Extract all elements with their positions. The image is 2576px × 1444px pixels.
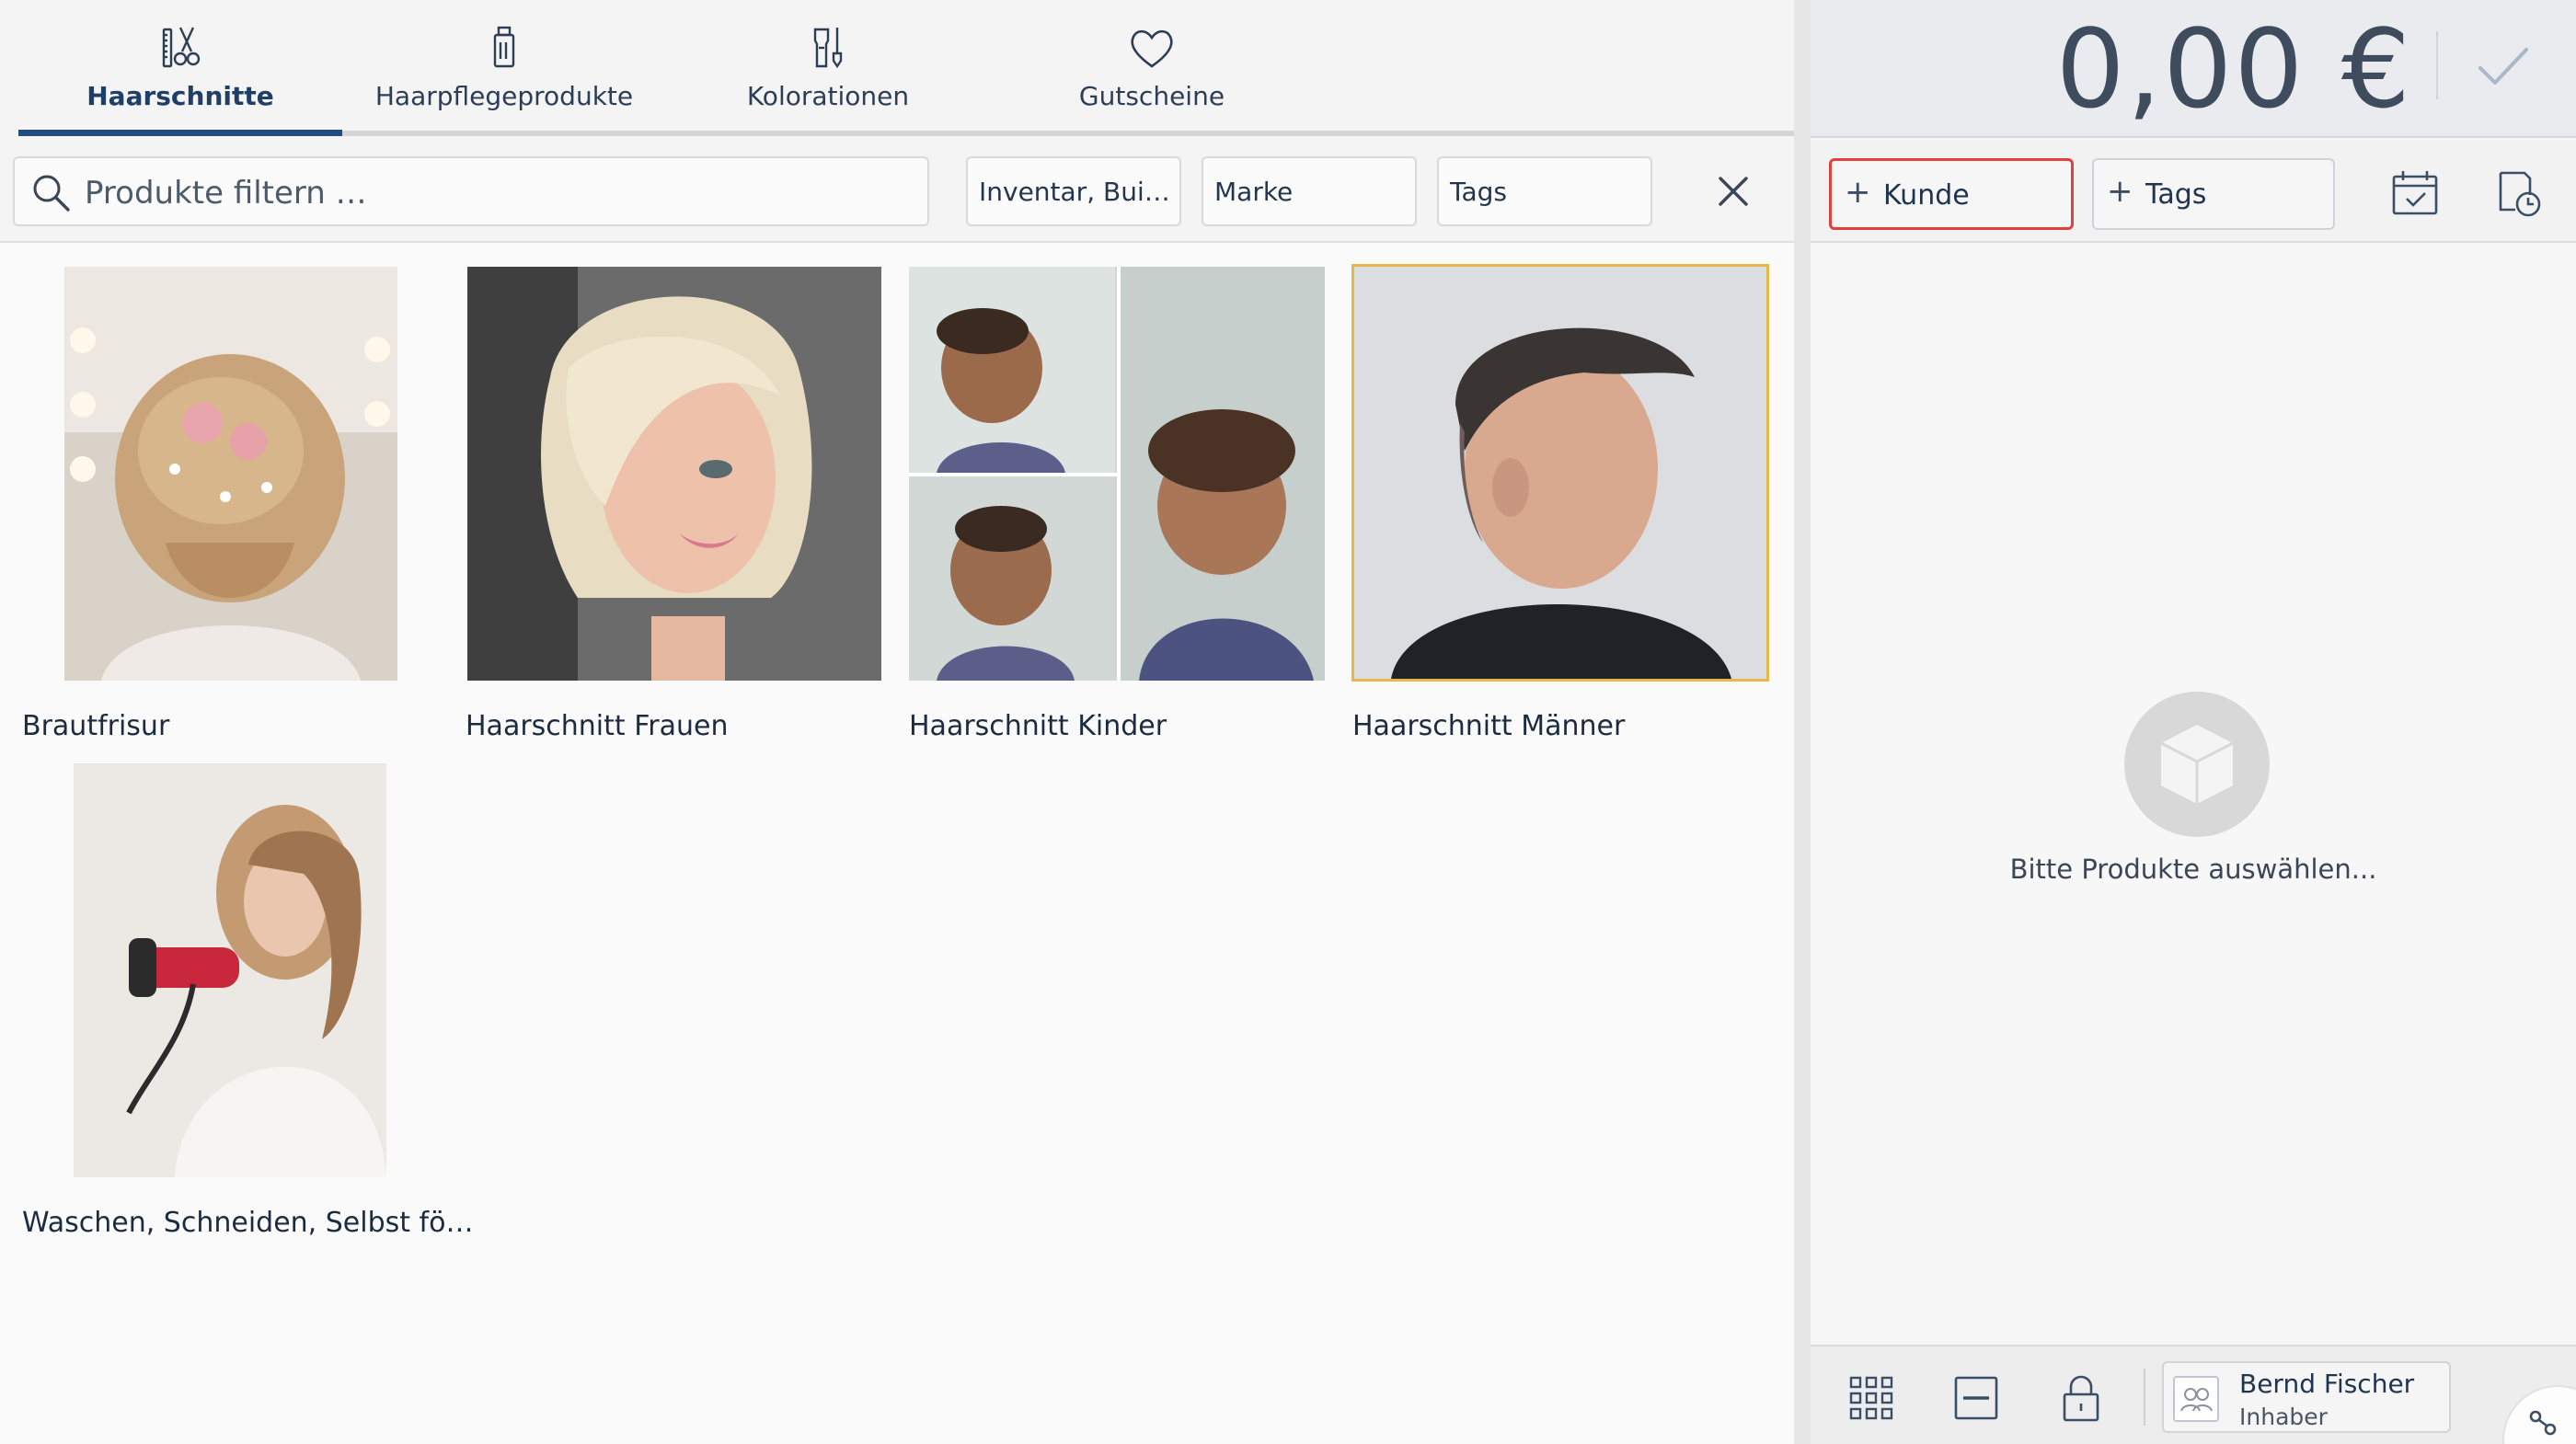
product-grid: Brautfrisur Haarschnitt Frauen Haarschni… [0, 245, 1794, 1444]
tab-haarschnitte[interactable]: Haarschnitte [18, 0, 342, 136]
search-placeholder: Produkte filtern … [85, 175, 367, 212]
heart-icon [1131, 29, 1173, 68]
tab-label: Haarpflegeprodukte [374, 81, 634, 111]
product-card-haarschnitt-maenner[interactable]: Haarschnitt Männer [1351, 264, 1769, 745]
avatar [2173, 1376, 2219, 1422]
search-input[interactable]: Produkte filtern … [13, 156, 929, 226]
panel-divider [1794, 0, 1811, 1444]
bottom-toolbar: Bernd Fischer Inhaber [1811, 1345, 2576, 1444]
calendar-check-icon[interactable] [2388, 167, 2442, 221]
user-role: Inhaber [2239, 1404, 2328, 1430]
product-card-waschen-schneiden[interactable]: Waschen, Schneiden, Selbst fö… [22, 763, 473, 1242]
add-tags-label: Tags [2145, 178, 2207, 211]
total-separator [2436, 31, 2438, 99]
tab-gutscheine[interactable]: Gutscheine [990, 0, 1314, 136]
product-name: Brautfrisur [22, 710, 170, 742]
document-clock-icon[interactable] [2493, 167, 2547, 221]
product-name: Haarschnitt Männer [1352, 710, 1626, 742]
toolbar-separator [2144, 1369, 2145, 1426]
coloring-bottle-brush-icon [813, 28, 843, 69]
hair-product-bottle-icon [493, 26, 515, 68]
category-tabs: Haarschnitte Haarpflegeprodukte Kolorati… [0, 0, 1794, 136]
product-image [909, 267, 1325, 681]
product-image [64, 267, 397, 681]
empty-cart-text: Bitte Produkte auswählen... [2009, 854, 2377, 885]
category-filter-label: Inventar, Bui… [979, 177, 1170, 207]
cart-panel: 0,00 € + Kunde + Tags Bitte Produkte aus… [1811, 0, 2576, 1444]
tags-filter-label: Tags [1450, 177, 1507, 207]
filter-bar: Produkte filtern … Inventar, Bui… Marke … [0, 136, 1794, 243]
product-name: Haarschnitt Kinder [909, 710, 1167, 742]
product-name: Waschen, Schneiden, Selbst fö… [22, 1207, 474, 1239]
settings-nodes-icon [2529, 1410, 2557, 1436]
empty-cart-icon [2124, 692, 2270, 837]
cart-total: 0,00 € [2055, 6, 2412, 132]
tags-filter[interactable]: Tags [1437, 156, 1652, 226]
cart-actions: + Kunde + Tags [1811, 140, 2576, 243]
checkmark-icon[interactable] [2473, 37, 2532, 96]
product-card-haarschnitt-frauen[interactable]: Haarschnitt Frauen [466, 267, 881, 745]
total-bar: 0,00 € [1811, 0, 2576, 138]
corner-menu-button[interactable] [2502, 1385, 2576, 1444]
tab-label: Haarschnitte [86, 81, 274, 111]
scissors-comb-icon [162, 27, 201, 68]
product-panel: Haarschnitte Haarpflegeprodukte Kolorati… [0, 0, 1794, 1444]
user-name: Bernd Fischer [2239, 1369, 2415, 1399]
tab-haarpflegeprodukte[interactable]: Haarpflegeprodukte [342, 0, 666, 136]
product-image [467, 267, 881, 681]
tab-label: Gutscheine [1078, 81, 1225, 111]
tab-kolorationen[interactable]: Kolorationen [666, 0, 990, 136]
product-name: Haarschnitt Frauen [466, 710, 729, 742]
brand-filter[interactable]: Marke [1202, 156, 1417, 226]
product-image [74, 763, 386, 1177]
product-card-haarschnitt-kinder[interactable]: Haarschnitt Kinder [909, 267, 1325, 745]
search-icon [33, 175, 70, 212]
add-customer-button[interactable]: + Kunde [1829, 158, 2074, 230]
plus-icon: + [1845, 174, 1871, 211]
plus-icon: + [2107, 173, 2133, 210]
add-customer-label: Kunde [1883, 179, 1970, 212]
lock-icon[interactable] [2055, 1372, 2107, 1424]
grid-icon[interactable] [1846, 1372, 1897, 1424]
user-chip[interactable]: Bernd Fischer Inhaber [2162, 1361, 2451, 1433]
add-tags-button[interactable]: + Tags [2092, 158, 2335, 230]
category-filter[interactable]: Inventar, Bui… [966, 156, 1181, 226]
clear-filter-icon[interactable] [1711, 169, 1755, 213]
tab-label: Kolorationen [746, 81, 910, 111]
product-card-brautfrisur[interactable]: Brautfrisur [22, 267, 427, 745]
product-image [1351, 264, 1769, 682]
active-tab-indicator [18, 130, 342, 136]
brand-filter-label: Marke [1214, 177, 1294, 207]
minus-box-icon[interactable] [1950, 1372, 2002, 1424]
